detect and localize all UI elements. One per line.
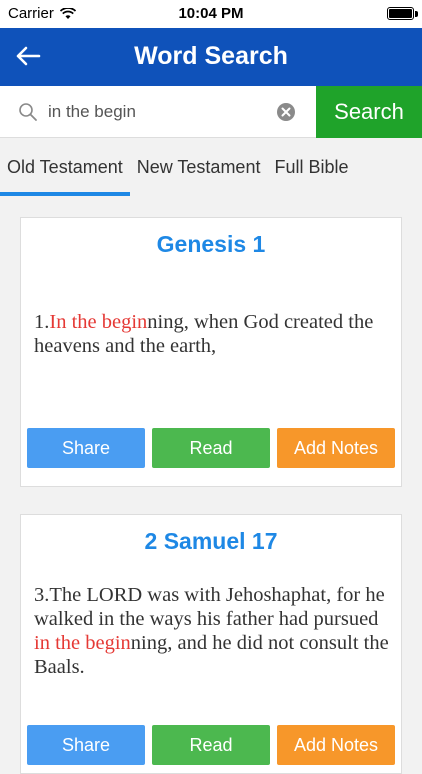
app-header: Word Search [0,28,422,86]
share-button[interactable]: Share [27,428,145,468]
tab-new-testament[interactable]: New Testament [130,138,268,196]
tab-old-testament[interactable]: Old Testament [0,138,130,196]
tab-full-bible[interactable]: Full Bible [267,138,355,196]
result-reference: 2 Samuel 17 [144,528,278,554]
battery-icon [387,7,414,20]
result-verse-text: 3.The LORD was with Jehoshaphat, for he … [34,583,389,679]
page-title: Word Search [134,42,288,70]
search-icon [19,103,37,121]
search-input[interactable] [48,98,270,126]
add-notes-button[interactable]: Add Notes [277,428,395,468]
status-time: 10:04 PM [178,5,244,22]
result-reference: Genesis 1 [156,231,266,257]
clear-icon[interactable] [276,102,296,122]
battery-fill [389,9,412,18]
testament-tabs: Old Testament New Testament Full Bible [0,138,422,196]
share-button[interactable]: Share [27,725,145,765]
add-notes-button[interactable]: Add Notes [277,725,395,765]
result-card: Genesis 1 1.In the beginning, when God c… [20,217,402,487]
read-button[interactable]: Read [152,725,270,765]
result-card: 2 Samuel 17 3.The LORD was with Jehoshap… [20,514,402,774]
verse-number: 1. [34,311,50,333]
verse-match-highlight: in the begin [34,632,131,654]
battery-tip [415,11,418,17]
read-button[interactable]: Read [152,428,270,468]
search-button[interactable]: Search [316,86,422,138]
verse-match-highlight: In the begin [49,311,148,333]
result-verse-text: 1.In the beginning, when God created the… [34,310,389,358]
verse-text-before: The LORD was with Jehoshaphat, for he wa… [34,584,385,630]
status-bar: Carrier 10:04 PM [0,0,422,28]
verse-number: 3. [34,584,50,606]
